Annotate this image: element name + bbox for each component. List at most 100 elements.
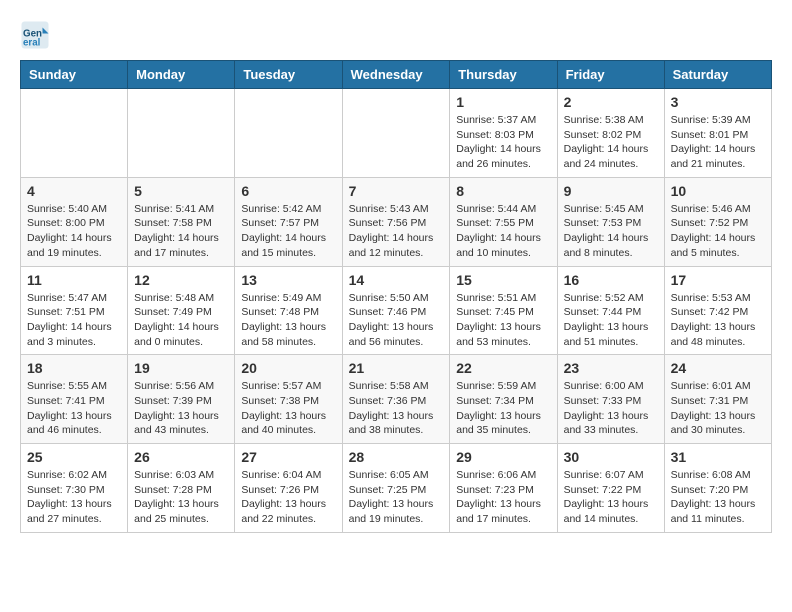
calendar-cell	[21, 89, 128, 178]
calendar-cell: 20Sunrise: 5:57 AM Sunset: 7:38 PM Dayli…	[235, 355, 342, 444]
calendar-cell: 5Sunrise: 5:41 AM Sunset: 7:58 PM Daylig…	[128, 177, 235, 266]
day-number: 29	[456, 449, 550, 465]
calendar-cell: 16 Sunrise: 5:52 AM Sunset: 7:44 PM Dayli…	[557, 266, 664, 355]
day-info: Sunrise: 6:04 AM Sunset: 7:26 PM Dayligh…	[241, 468, 335, 527]
svg-text:eral: eral	[23, 38, 41, 49]
day-info: Sunrise: 5:49 AM Sunset: 7:48 PM Dayligh…	[241, 291, 335, 350]
day-info: Sunrise: 6:08 AM Sunset: 7:20 PM Dayligh…	[671, 468, 765, 527]
day-info: Sunrise: 6:03 AM Sunset: 7:28 PM Dayligh…	[134, 468, 228, 527]
day-number: 24	[671, 360, 765, 376]
calendar-cell: 29Sunrise: 6:06 AM Sunset: 7:23 PM Dayli…	[450, 444, 557, 533]
calendar-cell: 15 Sunrise: 5:51 AM Sunset: 7:45 PM Dayli…	[450, 266, 557, 355]
page-header: Gen eral	[20, 20, 772, 50]
day-info: Sunrise: 5:44 AM Sunset: 7:55 PM Dayligh…	[456, 202, 550, 261]
day-number: 15	[456, 272, 550, 288]
column-header-wednesday: Wednesday	[342, 61, 450, 89]
day-number: 12	[134, 272, 228, 288]
column-header-sunday: Sunday	[21, 61, 128, 89]
calendar-cell: 2Sunrise: 5:38 AM Sunset: 8:02 PM Daylig…	[557, 89, 664, 178]
calendar-cell: 23 Sunrise: 6:00 AM Sunset: 7:33 PM Dayli…	[557, 355, 664, 444]
logo: Gen eral	[20, 20, 54, 50]
column-header-friday: Friday	[557, 61, 664, 89]
day-info: Sunrise: 5:45 AM Sunset: 7:53 PM Dayligh…	[564, 202, 658, 261]
day-info: Sunrise: 6:07 AM Sunset: 7:22 PM Dayligh…	[564, 468, 658, 527]
day-info: Sunrise: 5:56 AM Sunset: 7:39 PM Dayligh…	[134, 379, 228, 438]
calendar-cell: 19Sunrise: 5:56 AM Sunset: 7:39 PM Dayli…	[128, 355, 235, 444]
calendar-week-row: 25 Sunrise: 6:02 AM Sunset: 7:30 PM Dayli…	[21, 444, 772, 533]
calendar-cell: 25 Sunrise: 6:02 AM Sunset: 7:30 PM Dayli…	[21, 444, 128, 533]
day-info: Sunrise: 5:55 AM Sunset: 7:41 PM Dayligh…	[27, 379, 121, 438]
calendar-week-row: 4 Sunrise: 5:40 AM Sunset: 8:00 PM Daylig…	[21, 177, 772, 266]
calendar-week-row: 1 Sunrise: 5:37 AM Sunset: 8:03 PM Daylig…	[21, 89, 772, 178]
calendar-cell: 26 Sunrise: 6:03 AM Sunset: 7:28 PM Dayli…	[128, 444, 235, 533]
day-info: Sunrise: 5:39 AM Sunset: 8:01 PM Dayligh…	[671, 113, 765, 172]
day-number: 17	[671, 272, 765, 288]
calendar-cell: 3 Sunrise: 5:39 AM Sunset: 8:01 PM Daylig…	[664, 89, 771, 178]
day-number: 22	[456, 360, 550, 376]
day-number: 27	[241, 449, 335, 465]
day-number: 18	[27, 360, 121, 376]
day-info: Sunrise: 5:42 AM Sunset: 7:57 PM Dayligh…	[241, 202, 335, 261]
calendar-cell: 7Sunrise: 5:43 AM Sunset: 7:56 PM Daylig…	[342, 177, 450, 266]
day-info: Sunrise: 5:52 AM Sunset: 7:44 PM Dayligh…	[564, 291, 658, 350]
day-number: 23	[564, 360, 658, 376]
calendar-cell: 31 Sunrise: 6:08 AM Sunset: 7:20 PM Dayli…	[664, 444, 771, 533]
calendar-cell	[342, 89, 450, 178]
day-info: Sunrise: 5:51 AM Sunset: 7:45 PM Dayligh…	[456, 291, 550, 350]
day-number: 6	[241, 183, 335, 199]
day-info: Sunrise: 5:43 AM Sunset: 7:56 PM Dayligh…	[349, 202, 444, 261]
calendar-cell: 28 Sunrise: 6:05 AM Sunset: 7:25 PM Dayli…	[342, 444, 450, 533]
column-header-thursday: Thursday	[450, 61, 557, 89]
day-number: 14	[349, 272, 444, 288]
day-info: Sunrise: 6:05 AM Sunset: 7:25 PM Dayligh…	[349, 468, 444, 527]
calendar-cell: 30Sunrise: 6:07 AM Sunset: 7:22 PM Dayli…	[557, 444, 664, 533]
day-info: Sunrise: 5:37 AM Sunset: 8:03 PM Dayligh…	[456, 113, 550, 172]
day-info: Sunrise: 5:40 AM Sunset: 8:00 PM Dayligh…	[27, 202, 121, 261]
day-number: 11	[27, 272, 121, 288]
day-number: 9	[564, 183, 658, 199]
day-info: Sunrise: 5:41 AM Sunset: 7:58 PM Dayligh…	[134, 202, 228, 261]
day-number: 21	[349, 360, 444, 376]
day-info: Sunrise: 5:48 AM Sunset: 7:49 PM Dayligh…	[134, 291, 228, 350]
calendar-cell: 8 Sunrise: 5:44 AM Sunset: 7:55 PM Daylig…	[450, 177, 557, 266]
day-info: Sunrise: 5:47 AM Sunset: 7:51 PM Dayligh…	[27, 291, 121, 350]
calendar-week-row: 11 Sunrise: 5:47 AM Sunset: 7:51 PM Dayli…	[21, 266, 772, 355]
day-number: 10	[671, 183, 765, 199]
calendar-cell: 6 Sunrise: 5:42 AM Sunset: 7:57 PM Daylig…	[235, 177, 342, 266]
day-info: Sunrise: 5:53 AM Sunset: 7:42 PM Dayligh…	[671, 291, 765, 350]
column-header-tuesday: Tuesday	[235, 61, 342, 89]
logo-icon: Gen eral	[20, 20, 50, 50]
calendar-cell: 1 Sunrise: 5:37 AM Sunset: 8:03 PM Daylig…	[450, 89, 557, 178]
day-number: 1	[456, 94, 550, 110]
day-info: Sunrise: 6:01 AM Sunset: 7:31 PM Dayligh…	[671, 379, 765, 438]
calendar-header-row: SundayMondayTuesdayWednesdayThursdayFrid…	[21, 61, 772, 89]
calendar-cell: 11 Sunrise: 5:47 AM Sunset: 7:51 PM Dayli…	[21, 266, 128, 355]
day-number: 8	[456, 183, 550, 199]
day-info: Sunrise: 6:00 AM Sunset: 7:33 PM Dayligh…	[564, 379, 658, 438]
column-header-saturday: Saturday	[664, 61, 771, 89]
calendar-table: SundayMondayTuesdayWednesdayThursdayFrid…	[20, 60, 772, 533]
calendar-cell: 13 Sunrise: 5:49 AM Sunset: 7:48 PM Dayli…	[235, 266, 342, 355]
calendar-cell: 24 Sunrise: 6:01 AM Sunset: 7:31 PM Dayli…	[664, 355, 771, 444]
day-info: Sunrise: 5:46 AM Sunset: 7:52 PM Dayligh…	[671, 202, 765, 261]
day-number: 20	[241, 360, 335, 376]
calendar-cell: 4 Sunrise: 5:40 AM Sunset: 8:00 PM Daylig…	[21, 177, 128, 266]
day-number: 28	[349, 449, 444, 465]
calendar-cell: 21 Sunrise: 5:58 AM Sunset: 7:36 PM Dayli…	[342, 355, 450, 444]
day-number: 26	[134, 449, 228, 465]
calendar-cell: 27 Sunrise: 6:04 AM Sunset: 7:26 PM Dayli…	[235, 444, 342, 533]
day-info: Sunrise: 5:58 AM Sunset: 7:36 PM Dayligh…	[349, 379, 444, 438]
calendar-cell: 18 Sunrise: 5:55 AM Sunset: 7:41 PM Dayli…	[21, 355, 128, 444]
day-info: Sunrise: 6:02 AM Sunset: 7:30 PM Dayligh…	[27, 468, 121, 527]
calendar-cell: 22Sunrise: 5:59 AM Sunset: 7:34 PM Dayli…	[450, 355, 557, 444]
calendar-week-row: 18 Sunrise: 5:55 AM Sunset: 7:41 PM Dayli…	[21, 355, 772, 444]
day-number: 4	[27, 183, 121, 199]
calendar-cell: 14Sunrise: 5:50 AM Sunset: 7:46 PM Dayli…	[342, 266, 450, 355]
day-number: 31	[671, 449, 765, 465]
day-number: 25	[27, 449, 121, 465]
day-number: 3	[671, 94, 765, 110]
calendar-cell: 9 Sunrise: 5:45 AM Sunset: 7:53 PM Daylig…	[557, 177, 664, 266]
calendar-cell: 10 Sunrise: 5:46 AM Sunset: 7:52 PM Dayli…	[664, 177, 771, 266]
day-number: 13	[241, 272, 335, 288]
day-number: 16	[564, 272, 658, 288]
